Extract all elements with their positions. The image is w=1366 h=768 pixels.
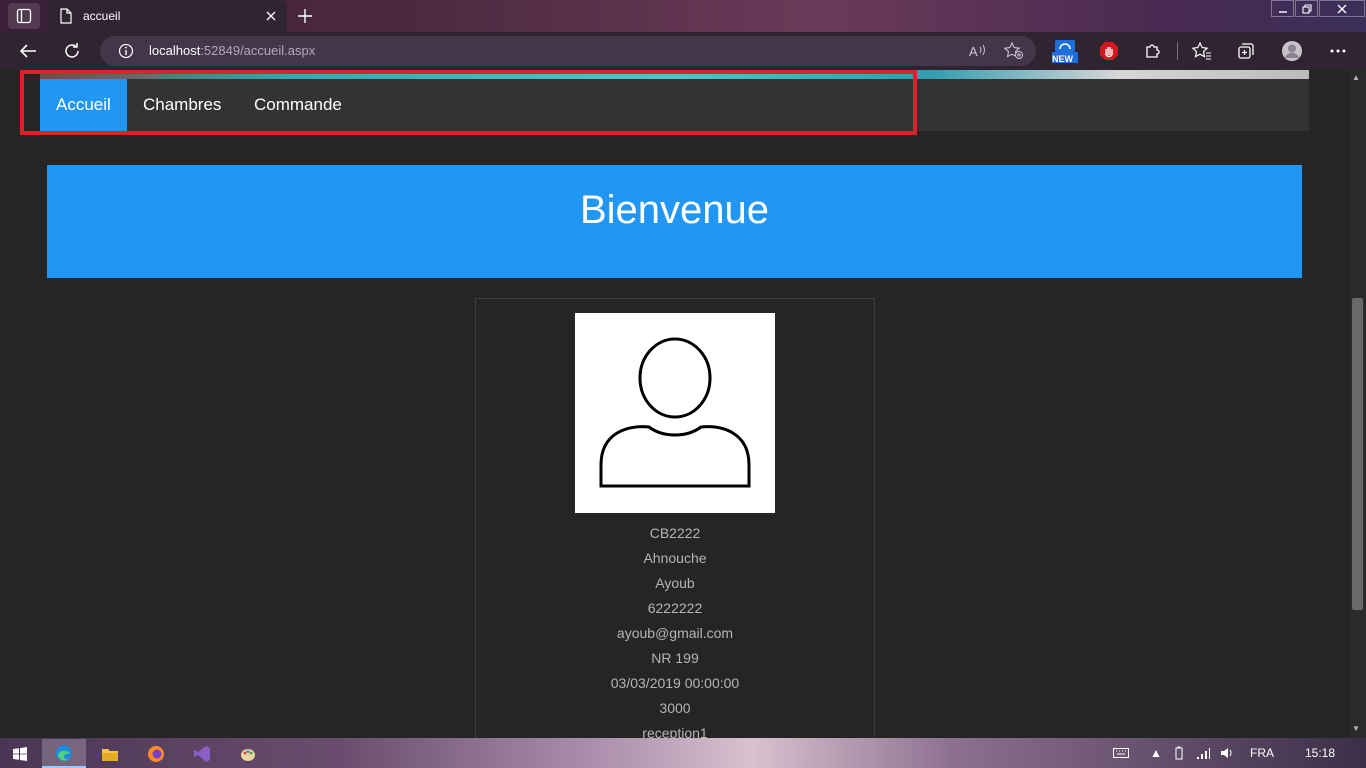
browser-tab[interactable]: accueil bbox=[47, 0, 287, 32]
tab-title: accueil bbox=[83, 9, 121, 23]
restore-icon bbox=[1301, 3, 1312, 14]
puzzle-icon bbox=[1146, 44, 1160, 58]
tab-actions-icon bbox=[16, 8, 32, 24]
read-aloud-icon[interactable]: A bbox=[969, 43, 987, 59]
show-hidden-icons-icon[interactable]: ▲ bbox=[1150, 746, 1162, 760]
address-bar[interactable]: localhost:52849/accueil.aspx A bbox=[100, 36, 1036, 66]
taskbar-app-firefox[interactable] bbox=[134, 739, 178, 768]
add-favorite-icon[interactable] bbox=[1004, 42, 1024, 60]
battery-icon[interactable] bbox=[1172, 746, 1186, 763]
profile-field-salary: 3000 bbox=[659, 700, 691, 716]
stop-hand-icon bbox=[1100, 42, 1118, 60]
more-dots-icon bbox=[1330, 49, 1346, 53]
keyboard-icon[interactable] bbox=[1113, 747, 1129, 761]
firefox-icon bbox=[148, 745, 164, 762]
profile-button[interactable] bbox=[1276, 35, 1308, 67]
scrollbar-thumb[interactable] bbox=[1352, 298, 1363, 610]
profile-field-address: NR 199 bbox=[651, 650, 699, 666]
minimize-button[interactable] bbox=[1271, 0, 1294, 17]
visual-studio-icon bbox=[194, 745, 210, 762]
refresh-icon bbox=[65, 43, 79, 58]
profile-field-code: CB2222 bbox=[649, 525, 701, 541]
page-title: Bienvenue bbox=[579, 188, 770, 232]
back-arrow-icon bbox=[19, 44, 36, 58]
profile-field-first-name: Ayoub bbox=[655, 575, 695, 591]
restore-button[interactable] bbox=[1295, 0, 1318, 17]
extension-new-button[interactable]: NEW bbox=[1048, 35, 1082, 67]
plus-icon bbox=[298, 9, 312, 23]
profile-avatar-icon bbox=[1282, 41, 1302, 61]
scroll-down-icon[interactable]: ▼ bbox=[1352, 724, 1360, 733]
extensions-button[interactable] bbox=[1137, 35, 1169, 67]
scroll-up-icon[interactable]: ▲ bbox=[1352, 73, 1360, 82]
welcome-banner: Bienvenue bbox=[47, 165, 1302, 278]
url-text: localhost:52849/accueil.aspx bbox=[149, 43, 316, 58]
new-badge: NEW bbox=[1052, 54, 1073, 64]
user-avatar bbox=[575, 313, 775, 513]
volume-icon[interactable] bbox=[1220, 746, 1234, 763]
language-indicator[interactable]: FRA bbox=[1250, 746, 1274, 760]
taskbar-app-edge[interactable] bbox=[42, 739, 86, 768]
refresh-button[interactable] bbox=[56, 35, 88, 67]
svg-text:A: A bbox=[969, 44, 978, 59]
favorites-button[interactable] bbox=[1186, 35, 1218, 67]
start-button[interactable] bbox=[0, 739, 40, 768]
settings-more-button[interactable] bbox=[1322, 35, 1354, 67]
windows-logo-icon bbox=[13, 746, 27, 761]
favorites-icon bbox=[1192, 42, 1211, 60]
file-explorer-icon bbox=[102, 748, 118, 761]
back-button[interactable] bbox=[12, 35, 44, 67]
profile-field-email: ayoub@gmail.com bbox=[616, 625, 734, 641]
new-tab-button[interactable] bbox=[292, 4, 318, 28]
info-icon[interactable] bbox=[118, 43, 134, 59]
profile-field-phone: 6222222 bbox=[647, 600, 703, 616]
taskbar-app-explorer[interactable] bbox=[88, 739, 132, 768]
toolbar-separator bbox=[1177, 42, 1178, 60]
profile-field-last-name: Ahnouche bbox=[643, 550, 707, 566]
document-icon bbox=[60, 8, 72, 24]
clock[interactable]: 15:18 bbox=[1305, 746, 1335, 760]
collections-icon bbox=[1238, 43, 1254, 59]
close-icon bbox=[266, 11, 276, 21]
adblock-extension-button[interactable] bbox=[1093, 35, 1125, 67]
tab-actions-button[interactable] bbox=[8, 3, 40, 29]
profile-field-date: 03/03/2019 00:00:00 bbox=[610, 675, 740, 691]
close-window-icon bbox=[1337, 4, 1347, 13]
user-silhouette-icon bbox=[599, 337, 751, 488]
taskbar-app-paint[interactable] bbox=[226, 739, 270, 768]
close-window-button[interactable] bbox=[1319, 0, 1365, 17]
taskbar-app-visual-studio[interactable] bbox=[180, 739, 224, 768]
collections-button[interactable] bbox=[1230, 35, 1262, 67]
close-tab-button[interactable] bbox=[261, 6, 281, 26]
paint-icon bbox=[241, 748, 255, 761]
minimize-icon bbox=[1278, 10, 1287, 13]
edge-icon bbox=[56, 744, 72, 761]
network-icon[interactable] bbox=[1196, 746, 1210, 763]
red-highlight-box bbox=[20, 70, 917, 135]
